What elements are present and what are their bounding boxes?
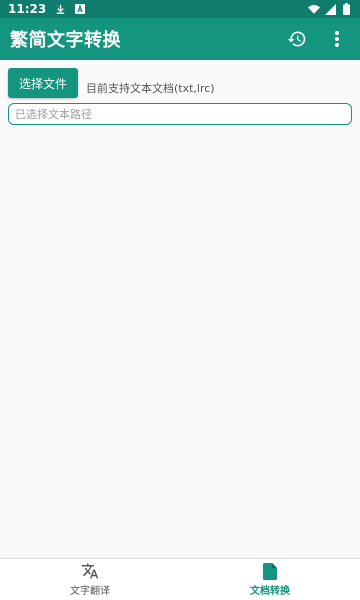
- document-icon: [261, 562, 279, 580]
- download-icon: [54, 3, 66, 15]
- status-bar: 11:23: [0, 0, 360, 18]
- status-left: 11:23: [8, 2, 86, 16]
- history-icon[interactable]: [284, 26, 310, 52]
- supported-formats-hint: 目前支持文本文档(txt,lrc): [86, 82, 215, 95]
- status-time: 11:23: [8, 2, 47, 16]
- nav-item-document-convert[interactable]: 文档转换: [180, 559, 360, 600]
- a-notification-icon: [74, 3, 86, 15]
- app-title: 繁简文字转换: [10, 30, 121, 51]
- nav-item-text-translate[interactable]: 文字翻译: [0, 559, 180, 600]
- signal-icon: [324, 3, 336, 15]
- status-right: [308, 3, 352, 15]
- app-actions: [284, 26, 350, 52]
- app-bar: 繁简文字转换: [0, 18, 360, 60]
- wifi-icon: [308, 3, 320, 15]
- selected-path-input[interactable]: [15, 107, 345, 121]
- path-field[interactable]: [8, 103, 352, 125]
- nav-label-document-convert: 文档转换: [250, 586, 290, 597]
- translate-icon: [81, 562, 99, 580]
- battery-icon: [340, 3, 352, 15]
- file-select-row: 选择文件 目前支持文本文档(txt,lrc): [8, 66, 352, 98]
- more-vert-icon[interactable]: [324, 26, 350, 52]
- bottom-nav: 文字翻译 文档转换: [0, 558, 360, 600]
- nav-label-text-translate: 文字翻译: [70, 586, 110, 597]
- choose-file-button[interactable]: 选择文件: [8, 68, 78, 98]
